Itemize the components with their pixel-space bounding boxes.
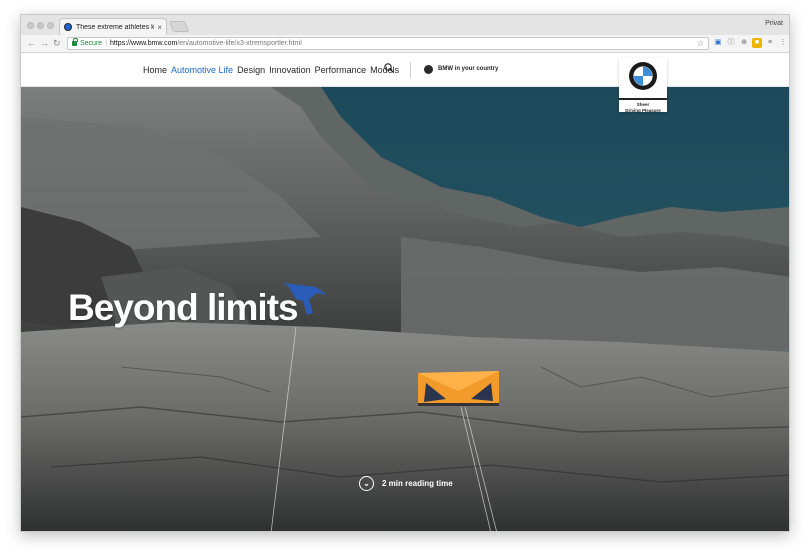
close-window-button[interactable]	[27, 22, 34, 29]
profile-label[interactable]: Privat	[765, 20, 783, 27]
search-icon[interactable]	[384, 63, 394, 73]
reading-time-label: 2 min reading time	[382, 479, 453, 488]
url-path: /en/automotive-life/x3-xtremsportler.htm…	[177, 40, 302, 47]
globe-icon[interactable]	[424, 65, 433, 74]
tab-strip: These extreme athletes know × Privat	[21, 15, 789, 35]
new-tab-button[interactable]	[168, 21, 190, 32]
lock-icon	[72, 38, 78, 46]
nav-item-innovation[interactable]: Innovation	[269, 65, 311, 75]
nav-item-automotive-life[interactable]: Automotive Life	[171, 65, 233, 75]
tab-title: These extreme athletes know	[76, 23, 155, 31]
info-extension-icon[interactable]: ⓘ	[726, 38, 736, 48]
hero-section: Beyond limits ⌄ 2 min reading time	[21, 87, 789, 531]
country-selector[interactable]: BMW in your country	[438, 66, 498, 72]
nav-item-design[interactable]: Design	[237, 65, 265, 75]
address-separator: |	[105, 40, 108, 47]
address-bar[interactable]: Secure | https://www.bmw.com/en/automoti…	[67, 37, 709, 50]
menu-extension-icon[interactable]: ≡	[765, 38, 775, 48]
forward-arrow-icon[interactable]: →	[40, 38, 49, 49]
bmw-logo[interactable]: Sheer Driving Pleasure	[619, 58, 667, 113]
secure-label: Secure	[80, 40, 103, 47]
browser-window: These extreme athletes know × Privat ← →…	[20, 14, 790, 532]
logo-tagline-line-2: Driving Pleasure	[625, 107, 661, 113]
more-menu-icon[interactable]: ⋮	[778, 38, 788, 48]
bmw-roundel-icon	[629, 62, 657, 90]
reload-icon[interactable]: ↻	[53, 38, 61, 49]
bmw-favicon-icon	[64, 23, 72, 31]
nav-divider	[410, 62, 411, 78]
hero-headline: Beyond limits	[68, 287, 299, 328]
cast-extension-icon[interactable]: ▣	[713, 38, 723, 48]
site-navigation: Home Automotive Life Design Innovation P…	[21, 53, 789, 87]
zoom-window-button[interactable]	[47, 22, 54, 29]
download-extension-icon[interactable]: ⊕	[739, 38, 749, 48]
url-host: https://www.bmw.com	[110, 40, 178, 47]
nav-item-home[interactable]: Home	[143, 65, 167, 75]
colored-extension-icon[interactable]: ■	[752, 38, 762, 48]
nav-item-performance[interactable]: Performance	[315, 65, 367, 75]
browser-toolbar: ← → ↻ Secure | https://www.bmw.com/en/au…	[21, 35, 789, 53]
logo-rule	[619, 98, 667, 100]
main-menu: Home Automotive Life Design Innovation P…	[143, 65, 403, 75]
tab-close-icon[interactable]: ×	[157, 23, 162, 32]
chevron-down-icon[interactable]: ⌄	[359, 476, 374, 491]
reading-time-indicator[interactable]: ⌄ 2 min reading time	[359, 476, 453, 491]
browser-tab[interactable]: These extreme athletes know ×	[59, 18, 167, 35]
web-page: Home Automotive Life Design Innovation P…	[21, 53, 789, 531]
back-arrow-icon[interactable]: ←	[27, 38, 36, 49]
minimize-window-button[interactable]	[37, 22, 44, 29]
bookmark-star-icon[interactable]: ☆	[697, 39, 704, 48]
